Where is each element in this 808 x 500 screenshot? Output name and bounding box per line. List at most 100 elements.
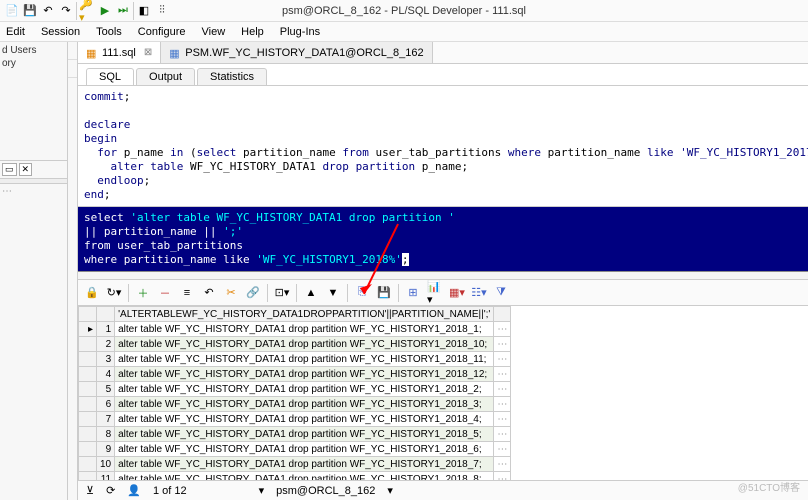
separator (296, 284, 297, 302)
menu-plugins[interactable]: Plug-Ins (280, 26, 320, 38)
duplicate-icon[interactable]: ≡ (179, 285, 195, 301)
new-icon[interactable]: 📄 (4, 3, 20, 19)
sql-editor[interactable]: commit; declare begin for p_name in (sel… (78, 86, 808, 207)
table-row[interactable]: 9 alter table WF_YC_HISTORY_DATA1 drop p… (79, 442, 511, 457)
table-row[interactable]: 11 alter table WF_YC_HISTORY_DATA1 drop … (79, 472, 511, 481)
table-row[interactable]: 5 alter table WF_YC_HISTORY_DATA1 drop p… (79, 382, 511, 397)
cell-value[interactable]: alter table WF_YC_HISTORY_DATA1 drop par… (115, 382, 494, 397)
query-icon[interactable]: ⊡▾ (274, 285, 290, 301)
refresh-icon[interactable]: ⟳ (106, 484, 115, 497)
add-row-icon[interactable]: ＋ (135, 285, 151, 301)
chart-icon[interactable]: 📊▾ (427, 285, 443, 301)
run-icon[interactable]: ▶ (97, 3, 113, 19)
sql-editor-selected[interactable]: select 'alter table WF_YC_HISTORY_DATA1 … (78, 207, 808, 272)
cell-value[interactable]: alter table WF_YC_HISTORY_DATA1 drop par… (115, 337, 494, 352)
elipsis-cell[interactable]: ⋯ (494, 367, 511, 382)
row-number: 1 (97, 322, 115, 337)
redo-icon[interactable]: ↷ (58, 3, 74, 19)
cell-value[interactable]: alter table WF_YC_HISTORY_DATA1 drop par… (115, 457, 494, 472)
table-row[interactable]: 10 alter table WF_YC_HISTORY_DATA1 drop … (79, 457, 511, 472)
elipsis-cell[interactable]: ⋯ (494, 427, 511, 442)
panel-close-icon[interactable]: ✕ (19, 163, 33, 176)
cell-value[interactable]: alter table WF_YC_HISTORY_DATA1 drop par… (115, 442, 494, 457)
fetch-icon[interactable]: ↻▾ (106, 285, 122, 301)
results-grid[interactable]: 'ALTERTABLEWF_YC_HISTORY_DATA1DROPPARTIT… (78, 306, 808, 480)
menu-view[interactable]: View (202, 26, 226, 38)
user-row-icon[interactable]: 👤 (127, 484, 141, 497)
file-tab-111sql[interactable]: ▦ 111.sql ⊠ (78, 42, 161, 63)
first-page-icon[interactable]: ⊻ (86, 484, 94, 497)
menu-edit[interactable]: Edit (6, 26, 25, 38)
elipsis-cell[interactable]: ⋯ (494, 382, 511, 397)
tab-sql[interactable]: SQL (86, 68, 134, 85)
post-icon[interactable]: ↶ (201, 285, 217, 301)
menu-session[interactable]: Session (41, 26, 80, 38)
sort-asc-icon[interactable]: ▲ (303, 285, 319, 301)
row-marker (79, 442, 97, 457)
dropdown-icon[interactable]: ▾ (259, 484, 265, 497)
form-icon[interactable]: ☷▾ (471, 285, 487, 301)
step-icon[interactable]: ⏭ (115, 3, 131, 19)
tab-statistics[interactable]: Statistics (197, 68, 267, 85)
single-icon[interactable]: ▦▾ (449, 285, 465, 301)
sql-file-icon: ▦ (86, 47, 98, 59)
cell-value[interactable]: alter table WF_YC_HISTORY_DATA1 drop par… (115, 472, 494, 481)
table-row[interactable]: 4 alter table WF_YC_HISTORY_DATA1 drop p… (79, 367, 511, 382)
mid-item[interactable] (68, 42, 77, 60)
file-tab-history[interactable]: ▦ PSM.WF_YC_HISTORY_DATA1@ORCL_8_162 (161, 42, 432, 63)
save-icon[interactable]: 💾 (22, 3, 38, 19)
elipsis-cell[interactable]: ⋯ (494, 397, 511, 412)
table-row[interactable]: 2 alter table WF_YC_HISTORY_DATA1 drop p… (79, 337, 511, 352)
row-marker (79, 472, 97, 481)
mid-toolbar (68, 42, 78, 500)
bookmark-icon[interactable]: ✂ (223, 285, 239, 301)
elipsis-cell[interactable]: ⋯ (494, 352, 511, 367)
delete-row-icon[interactable]: － (157, 285, 173, 301)
file-tab-label: 111.sql (102, 47, 136, 59)
cell-value[interactable]: alter table WF_YC_HISTORY_DATA1 drop par… (115, 397, 494, 412)
sort-desc-icon[interactable]: ▼ (325, 285, 341, 301)
column-header[interactable]: 'ALTERTABLEWF_YC_HISTORY_DATA1DROPPARTIT… (115, 307, 494, 322)
lock-icon[interactable]: 🔒 (84, 285, 100, 301)
filter-icon[interactable]: ⧩ (493, 285, 509, 301)
table-row[interactable]: 6 alter table WF_YC_HISTORY_DATA1 drop p… (79, 397, 511, 412)
sliders-icon[interactable]: ⫶⫶ (154, 3, 170, 19)
separator (76, 2, 77, 20)
export-icon[interactable]: ⎘ (354, 285, 370, 301)
elipsis-cell[interactable]: ⋯ (494, 472, 511, 481)
table-row[interactable]: 3 alter table WF_YC_HISTORY_DATA1 drop p… (79, 352, 511, 367)
elipsis-cell[interactable]: ⋯ (494, 322, 511, 337)
link-icon[interactable]: 🔗 (245, 285, 261, 301)
menu-tools[interactable]: Tools (96, 26, 122, 38)
key-icon[interactable]: 🔑▾ (79, 3, 95, 19)
elipsis-cell[interactable]: ⋯ (494, 442, 511, 457)
table-row[interactable]: ▸ 1 alter table WF_YC_HISTORY_DATA1 drop… (79, 322, 511, 337)
grid-icon[interactable]: ⊞ (405, 285, 421, 301)
menu-help[interactable]: Help (241, 26, 264, 38)
undo-icon[interactable]: ↶ (40, 3, 56, 19)
dropdown-icon[interactable]: ▾ (387, 484, 393, 497)
tree-node-history[interactable]: ory (2, 57, 65, 70)
table-row[interactable]: 7 alter table WF_YC_HISTORY_DATA1 drop p… (79, 412, 511, 427)
splitter-vertical[interactable] (78, 272, 808, 280)
cell-value[interactable]: alter table WF_YC_HISTORY_DATA1 drop par… (115, 427, 494, 442)
cell-value[interactable]: alter table WF_YC_HISTORY_DATA1 drop par… (115, 322, 494, 337)
cell-value[interactable]: alter table WF_YC_HISTORY_DATA1 drop par… (115, 412, 494, 427)
panel-minimize-icon[interactable]: ▭ (2, 163, 17, 176)
tab-output[interactable]: Output (136, 68, 195, 85)
row-marker (79, 367, 97, 382)
elipsis-cell[interactable]: ⋯ (494, 337, 511, 352)
close-icon[interactable]: ⊠ (144, 47, 152, 58)
main-toolbar: 📄 💾 ↶ ↷ 🔑▾ ▶ ⏭ ◧ ⫶⫶ psm@ORCL_8_162 - PL/… (0, 0, 808, 22)
debug-icon[interactable]: ◧ (136, 3, 152, 19)
tree-node-users[interactable]: d Users (2, 44, 65, 57)
mid-item[interactable] (68, 60, 77, 78)
cell-value[interactable]: alter table WF_YC_HISTORY_DATA1 drop par… (115, 367, 494, 382)
elipsis-cell[interactable]: ⋯ (494, 412, 511, 427)
cell-value[interactable]: alter table WF_YC_HISTORY_DATA1 drop par… (115, 352, 494, 367)
table-row[interactable]: 8 alter table WF_YC_HISTORY_DATA1 drop p… (79, 427, 511, 442)
elipsis-cell[interactable]: ⋯ (494, 457, 511, 472)
save-results-icon[interactable]: 💾 (376, 285, 392, 301)
menu-configure[interactable]: Configure (138, 26, 186, 38)
row-marker (79, 352, 97, 367)
